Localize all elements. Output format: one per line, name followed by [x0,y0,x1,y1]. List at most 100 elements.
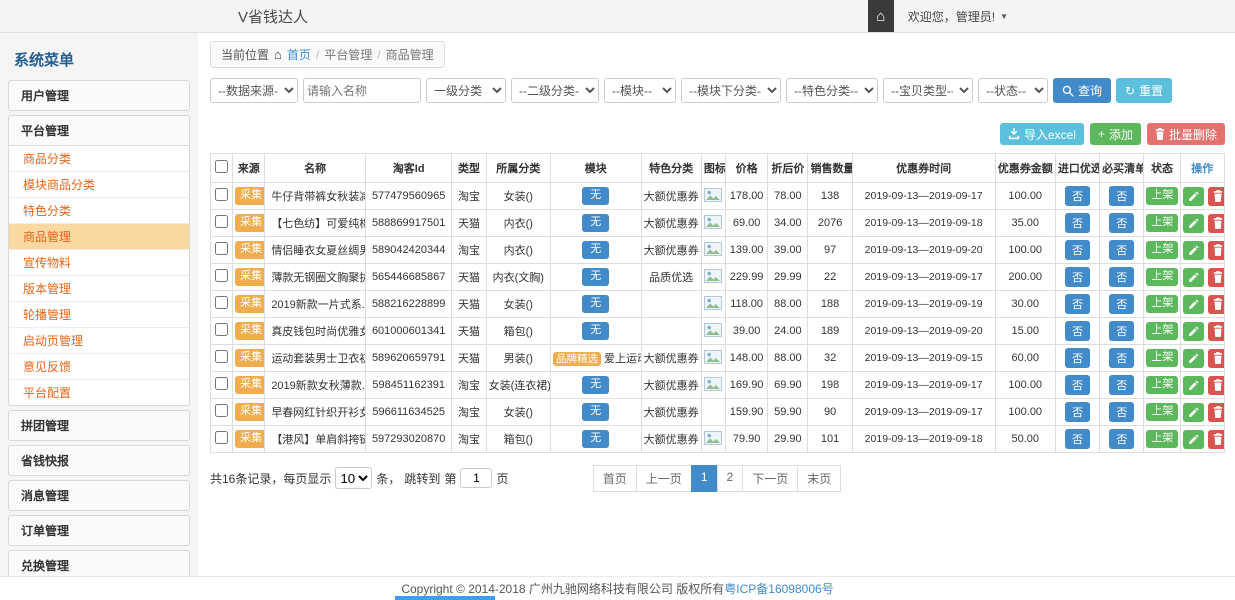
must-buy-toggle[interactable]: 否 [1109,267,1134,287]
must-buy-toggle[interactable]: 否 [1109,402,1134,422]
pager-button-page-1[interactable]: 1 [691,465,718,492]
module-select[interactable]: --模块-- [604,78,676,103]
item-type-select[interactable]: --宝贝类型-- [883,78,973,103]
module-sub-select[interactable]: --模块下分类-- [681,78,781,103]
import-pick-toggle[interactable]: 否 [1065,321,1090,341]
status-badge[interactable]: 上架 [1146,322,1178,339]
must-buy-toggle[interactable]: 否 [1109,294,1134,314]
sidebar-item-group-buy-management[interactable]: 拼团管理 [8,410,190,441]
row-checkbox[interactable] [215,188,228,201]
row-checkbox[interactable] [215,323,228,336]
delete-button[interactable] [1208,349,1225,368]
row-checkbox[interactable] [215,296,228,309]
sidebar-subitem-platform-config[interactable]: 平台配置 [9,379,189,405]
status-badge[interactable]: 上架 [1146,349,1178,366]
reset-button[interactable]: ↻ 重置 [1116,78,1172,103]
row-checkbox[interactable] [215,350,228,363]
edit-button[interactable] [1183,187,1204,206]
status-badge[interactable]: 上架 [1146,241,1178,258]
status-badge[interactable]: 上架 [1146,268,1178,285]
edit-button[interactable] [1183,295,1204,314]
sidebar-item-exchange-management[interactable]: 兑换管理 [8,550,190,576]
must-buy-toggle[interactable]: 否 [1109,186,1134,206]
delete-button[interactable] [1208,214,1225,233]
level2-category-select[interactable]: --二级分类-- [511,78,599,103]
must-buy-toggle[interactable]: 否 [1109,375,1134,395]
data-source-select[interactable]: --数据来源-- [210,78,298,103]
edit-button[interactable] [1183,430,1204,449]
row-checkbox[interactable] [215,377,228,390]
import-pick-toggle[interactable]: 否 [1065,348,1090,368]
delete-button[interactable] [1208,295,1225,314]
pager-button-prev-page[interactable]: 上一页 [636,465,692,492]
delete-button[interactable] [1208,322,1225,341]
name-input[interactable] [303,78,421,103]
icp-link[interactable]: 粤ICP备16098006号 [724,580,833,597]
delete-button[interactable] [1208,403,1225,422]
import-pick-toggle[interactable]: 否 [1065,294,1090,314]
delete-button[interactable] [1208,430,1225,449]
import-pick-toggle[interactable]: 否 [1065,213,1090,233]
edit-button[interactable] [1183,403,1204,422]
level1-category-select[interactable]: 一级分类 [426,78,506,103]
select-all-checkbox[interactable] [215,160,228,173]
sidebar-subitem-carousel-management[interactable]: 轮播管理 [9,301,189,327]
row-checkbox[interactable] [215,215,228,228]
sidebar-item-order-management[interactable]: 订单管理 [8,515,190,546]
import-pick-toggle[interactable]: 否 [1065,375,1090,395]
per-page-select[interactable]: 10 [335,467,372,489]
edit-button[interactable] [1183,241,1204,260]
sidebar-subitem-feedback[interactable]: 意见反馈 [9,353,189,379]
jump-page-input[interactable] [460,468,492,488]
delete-button[interactable] [1208,241,1225,260]
home-button[interactable]: ⌂ [868,0,894,32]
status-badge[interactable]: 上架 [1146,376,1178,393]
must-buy-toggle[interactable]: 否 [1109,321,1134,341]
sidebar-subitem-product-category[interactable]: 商品分类 [9,146,189,171]
import-pick-toggle[interactable]: 否 [1065,429,1090,449]
feature-category-select[interactable]: --特色分类-- [786,78,878,103]
import-pick-toggle[interactable]: 否 [1065,240,1090,260]
status-badge[interactable]: 上架 [1146,295,1178,312]
import-pick-toggle[interactable]: 否 [1065,186,1090,206]
sidebar-subitem-product-management[interactable]: 商品管理 [9,223,189,249]
sidebar-subitem-splash-page-management[interactable]: 启动页管理 [9,327,189,353]
edit-button[interactable] [1183,268,1204,287]
sidebar-item-platform-management[interactable]: 平台管理 [8,115,190,146]
add-button[interactable]: + 添加 [1090,123,1141,145]
pager-button-page-2[interactable]: 2 [717,465,744,492]
batch-delete-button[interactable]: 批量删除 [1147,123,1225,145]
edit-button[interactable] [1183,214,1204,233]
must-buy-toggle[interactable]: 否 [1109,240,1134,260]
must-buy-toggle[interactable]: 否 [1109,429,1134,449]
sidebar-item-message-management[interactable]: 消息管理 [8,480,190,511]
edit-button[interactable] [1183,322,1204,341]
status-badge[interactable]: 上架 [1146,214,1178,231]
row-checkbox[interactable] [215,242,228,255]
edit-button[interactable] [1183,376,1204,395]
sidebar-item-savings-express[interactable]: 省钱快报 [8,445,190,476]
pager-button-last-page[interactable]: 末页 [797,465,841,492]
delete-button[interactable] [1208,376,1225,395]
status-badge[interactable]: 上架 [1146,187,1178,204]
row-checkbox[interactable] [215,431,228,444]
must-buy-toggle[interactable]: 否 [1109,213,1134,233]
breadcrumb-home-link[interactable]: 首页 [287,46,311,63]
pager-button-first-page[interactable]: 首页 [593,465,637,492]
sidebar-subitem-promo-materials[interactable]: 宣传物料 [9,249,189,275]
sidebar-item-user-management[interactable]: 用户管理 [8,80,190,111]
delete-button[interactable] [1208,187,1225,206]
row-checkbox[interactable] [215,269,228,282]
user-menu[interactable]: 欢迎您，管理员! ▼ [894,8,1008,25]
status-select[interactable]: --状态-- [978,78,1048,103]
import-pick-toggle[interactable]: 否 [1065,402,1090,422]
import-pick-toggle[interactable]: 否 [1065,267,1090,287]
pager-button-next-page[interactable]: 下一页 [742,465,798,492]
edit-button[interactable] [1183,349,1204,368]
sidebar-subitem-version-management[interactable]: 版本管理 [9,275,189,301]
must-buy-toggle[interactable]: 否 [1109,348,1134,368]
status-badge[interactable]: 上架 [1146,403,1178,420]
import-excel-button[interactable]: 导入excel [1000,123,1084,145]
search-button[interactable]: 查询 [1053,78,1111,103]
delete-button[interactable] [1208,268,1225,287]
